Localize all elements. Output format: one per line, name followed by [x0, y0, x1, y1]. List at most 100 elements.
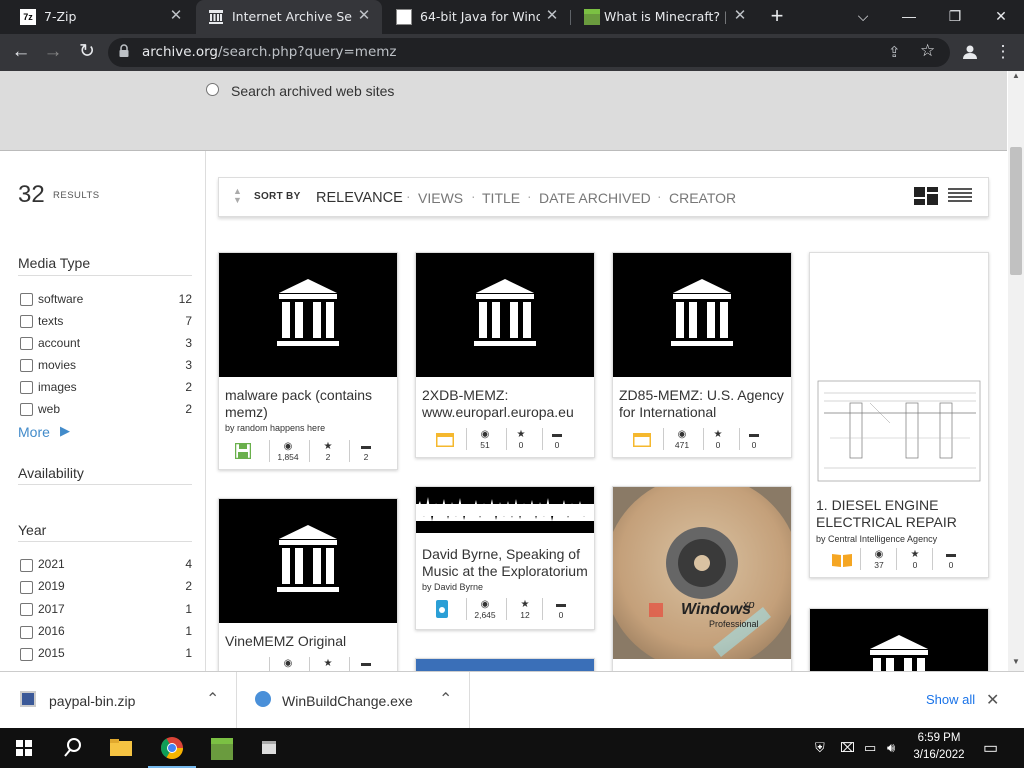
star-icon: ★ [713, 429, 723, 440]
close-tab-icon[interactable]: ✕ [354, 6, 374, 26]
chrome-icon[interactable] [148, 728, 196, 768]
card-title[interactable]: ZD85-MEMZ: U.S. Agency for International [619, 387, 789, 421]
document-thumbnail [810, 253, 988, 493]
volume-icon[interactable]: 🔊︎ [887, 740, 895, 756]
facet-texts-checkbox[interactable] [20, 315, 33, 328]
clock-date[interactable]: 3/16/2022 [911, 749, 967, 761]
start-button[interactable] [0, 728, 48, 768]
page-scrollbar[interactable]: ▲ ▼ [1008, 71, 1024, 671]
notification-icon[interactable]: ▭ [983, 738, 998, 758]
card-creator[interactable]: by Central Intelligence Agency [816, 534, 937, 544]
archived-web-radio[interactable] [206, 83, 219, 96]
result-card[interactable] [809, 608, 989, 671]
network-icon[interactable]: ⌧ [840, 740, 855, 756]
eye-icon: ◉ [480, 599, 490, 610]
security-shield-icon[interactable]: ⛨ [815, 740, 825, 756]
7zip-icon: 7z [20, 9, 36, 25]
close-tab-icon[interactable]: ✕ [166, 6, 186, 26]
card-creator[interactable]: by random happens here [225, 423, 325, 433]
facet-count: 2 [185, 402, 192, 416]
app-window-icon[interactable] [246, 728, 294, 768]
scroll-down-icon[interactable]: ▼ [1012, 657, 1020, 666]
minimize-button[interactable]: — [886, 0, 932, 32]
chevron-down-icon[interactable]: ⌵ [840, 0, 886, 32]
scroll-up-icon[interactable]: ▲ [1012, 71, 1020, 80]
new-tab-button[interactable]: + [762, 0, 792, 32]
facet-account-checkbox[interactable] [20, 337, 33, 350]
facet-movies-checkbox[interactable] [20, 359, 33, 372]
search-icon[interactable] [48, 728, 96, 768]
cd-xp-text: xp [743, 599, 755, 611]
address-bar[interactable]: archive.org/search.php?query=memz ⇪ ☆ [108, 38, 950, 67]
caret-right-icon[interactable]: ▶ [60, 423, 70, 439]
sort-creator[interactable]: CREATOR [669, 190, 736, 206]
card-title[interactable]: David Byrne, Speaking of Music at the Ex… [422, 546, 592, 580]
show-all-button[interactable]: Show all [926, 692, 975, 707]
result-card[interactable]: malware pack (contains memz) by random h… [218, 252, 398, 470]
waveform-thumbnail [416, 487, 594, 533]
card-creator[interactable]: by David Byrne [422, 582, 483, 592]
tile-view-icon[interactable] [914, 187, 938, 210]
chevron-up-icon[interactable]: ⌃ [439, 689, 452, 709]
eye-icon: ◉ [677, 429, 687, 440]
facet-year-checkbox[interactable] [20, 559, 33, 572]
download-item[interactable]: paypal-bin.zip ⌃ [0, 672, 237, 729]
result-card[interactable]: ZD85-MEMZ: U.S. Agency for International… [612, 252, 792, 458]
file-explorer-icon[interactable] [98, 728, 146, 768]
facet-label: texts [38, 314, 64, 328]
download-item[interactable]: WinBuildChange.exe ⌃ [237, 672, 470, 729]
eye-icon: ◉ [283, 658, 293, 669]
star-icon: ★ [323, 658, 333, 669]
share-icon[interactable]: ⇪ [888, 43, 901, 61]
back-arrow-icon[interactable]: ← [6, 37, 36, 67]
tab-minecraft[interactable]: What is Minecraft? | Mi ✕ [572, 0, 758, 34]
more-link[interactable]: More [18, 424, 50, 440]
minecraft-icon[interactable] [198, 728, 246, 768]
display-icon[interactable]: ▭ [864, 740, 876, 756]
tab-java[interactable]: 64-bit Java for Windows ✕ [384, 0, 570, 34]
tab-7zip[interactable]: 7z 7-Zip ✕ [8, 0, 194, 34]
result-card[interactable]: VineMEMZ Original ◉ ★ ▬ [218, 498, 398, 671]
chevron-up-icon[interactable]: ⌃ [206, 689, 219, 709]
result-card[interactable]: 2XDB-MEMZ: www.europarl.europa.eu ◉ 51 ★ 0… [415, 252, 595, 458]
result-card[interactable]: 1. DIESEL ENGINE ELECTRICAL REPAIR by Ce… [809, 252, 989, 578]
texts-icon [832, 553, 852, 567]
card-title[interactable]: malware pack (contains memz) [225, 387, 391, 421]
facet-year-checkbox[interactable] [20, 648, 33, 661]
sort-views[interactable]: VIEWS [418, 190, 463, 206]
facet-year-checkbox[interactable] [20, 626, 33, 639]
scrollbar-thumb[interactable] [1010, 147, 1022, 275]
menu-kebab-icon[interactable]: ⋮ [988, 37, 1018, 67]
sort-relevance[interactable]: RELEVANCE [316, 190, 403, 206]
facet-software-checkbox[interactable] [20, 293, 33, 306]
facet-year-checkbox[interactable] [20, 603, 33, 616]
views-stat: ◉ 1,854 [271, 441, 305, 462]
sort-arrows-icon: ▲ ▼ [233, 186, 242, 205]
availability-heading[interactable]: Availability [18, 465, 84, 481]
profile-icon[interactable] [955, 37, 985, 67]
card-title[interactable]: 1. DIESEL ENGINE ELECTRICAL REPAIR [816, 497, 982, 531]
result-card[interactable]: David Byrne, Speaking of Music at the Ex… [415, 486, 595, 630]
list-view-icon[interactable] [948, 188, 972, 209]
java-icon [396, 9, 412, 25]
card-title[interactable]: 2XDB-MEMZ: www.europarl.europa.eu [422, 387, 588, 421]
close-download-bar-icon[interactable]: ✕ [986, 690, 999, 710]
clock-time[interactable]: 6:59 PM [913, 732, 965, 744]
maximize-button[interactable]: ❐ [932, 0, 978, 32]
sort-date-archived[interactable]: DATE ARCHIVED [539, 190, 651, 206]
bookmark-star-icon[interactable]: ☆ [920, 41, 935, 61]
results-count: 32 [18, 181, 45, 208]
tab-internet-archive[interactable]: Internet Archive Search ✕ [196, 0, 382, 34]
result-card[interactable]: Windows xp Professional [612, 486, 792, 671]
facet-year-checkbox[interactable] [20, 581, 33, 594]
reload-icon[interactable]: ↻ [72, 37, 102, 67]
close-tab-icon[interactable]: ✕ [730, 6, 750, 26]
close-tab-icon[interactable]: ✕ [542, 6, 562, 26]
facet-web-checkbox[interactable] [20, 403, 33, 416]
result-card[interactable] [415, 658, 595, 671]
card-title[interactable]: VineMEMZ Original [225, 633, 391, 650]
sort-title[interactable]: TITLE [482, 190, 520, 206]
facet-images-checkbox[interactable] [20, 381, 33, 394]
forward-arrow-icon[interactable]: → [38, 37, 68, 67]
close-window-button[interactable]: ✕ [978, 0, 1024, 32]
